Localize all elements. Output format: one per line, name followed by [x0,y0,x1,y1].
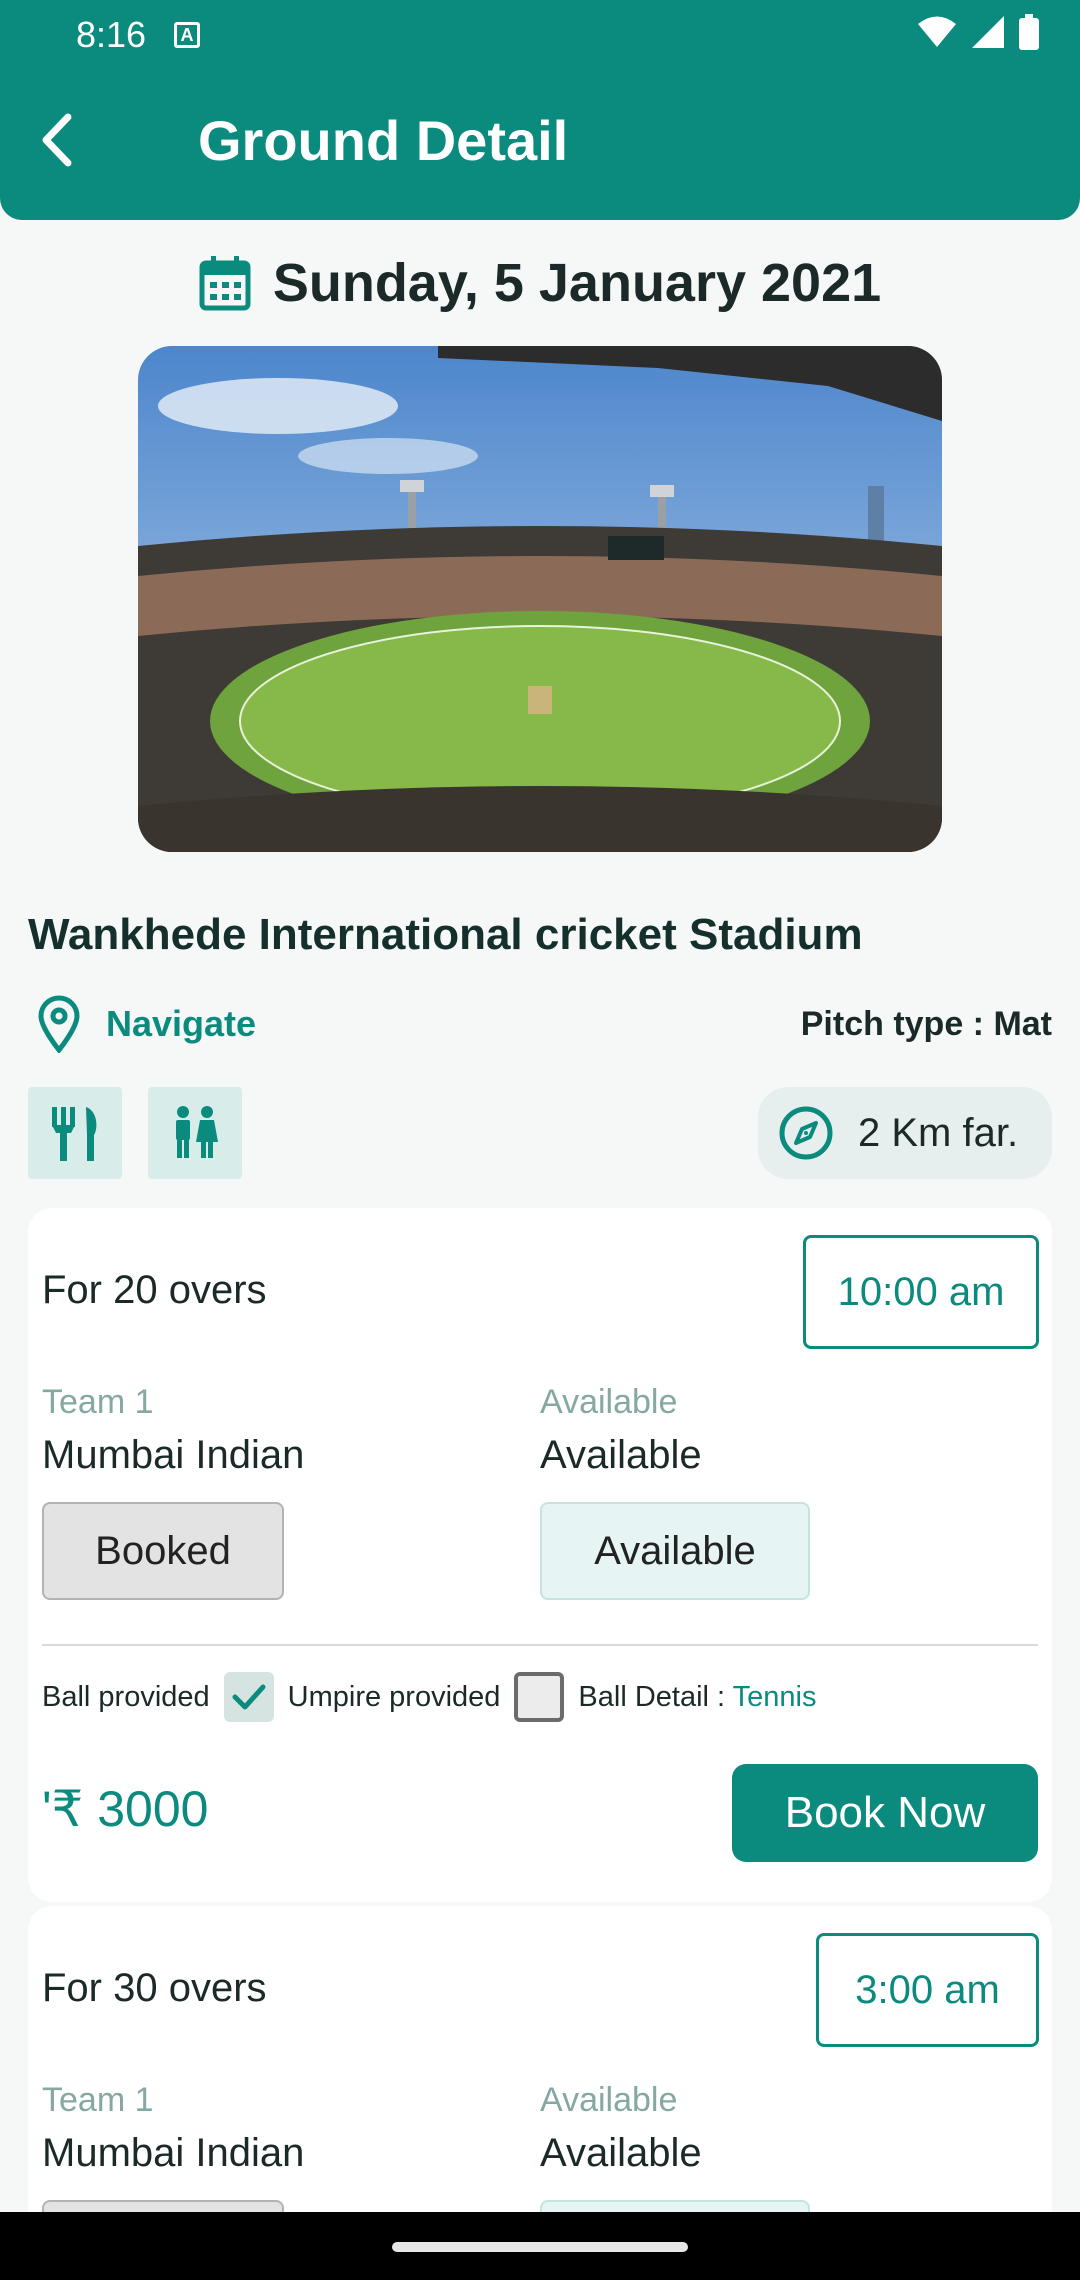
restroom-amenity [148,1087,242,1179]
availability-label: Available [540,2081,678,2119]
slot-card: For 30 overs 3:00 am Team 1 Mumbai India… [28,1906,1052,2280]
availability-value: Available [540,2131,702,2175]
availability-value: Available [540,1433,702,1477]
compass-icon [779,1106,833,1160]
ground-name: Wankhede International cricket Stadium [28,910,863,959]
home-gesture-handle[interactable] [392,2242,688,2252]
book-now-button[interactable]: Book Now [732,1764,1038,1862]
fork-knife-icon [52,1107,97,1161]
ball-detail-label: Ball Detail : [578,1680,733,1713]
availability-label: Available [540,1383,678,1421]
ball-provided-checkbox[interactable] [223,1672,274,1722]
date-row: Sunday, 5 January 2021 [0,248,1080,318]
divider [42,1644,1038,1646]
arrow-left-icon [42,113,72,167]
time-slot-button[interactable]: 3:00 am [816,1933,1039,2047]
booking-date: Sunday, 5 January 2021 [272,253,882,313]
navigate-link[interactable]: Navigate [36,995,256,1053]
umpire-provided-checkbox[interactable] [514,1672,565,1722]
overs-label: For 30 overs [42,1966,267,2010]
restroom-icon [176,1106,218,1158]
system-nav-bar [0,2212,1080,2280]
stadium-image [138,346,942,852]
status-icons [916,14,1040,50]
signal-icon [972,16,1004,48]
price: '₹ 3000 [42,1781,209,1837]
umpire-provided-label: Umpire provided [287,1680,501,1713]
available-button[interactable]: Available [540,1502,810,1600]
navigate-label: Navigate [106,1003,257,1044]
team-value: Mumbai Indian [42,2131,305,2175]
team-label: Team 1 [42,1383,154,1421]
time-slot-button[interactable]: 10:00 am [803,1235,1039,1349]
location-pin-icon [38,995,80,1053]
status-time: 8:16 [76,14,147,55]
distance-text: 2 Km far. [858,1110,1019,1155]
booked-button[interactable]: Booked [42,1502,284,1600]
status-bar: 8:16 A [0,0,1080,70]
restaurant-amenity [28,1087,122,1179]
ball-provided-label: Ball provided [42,1680,210,1713]
pitch-type: Pitch type : Mat [800,1005,1052,1043]
slot-card: For 20 overs 10:00 am Team 1 Mumbai Indi… [28,1208,1052,1902]
team-value: Mumbai Indian [42,1433,305,1477]
battery-icon [1019,14,1039,50]
options-row: Ball provided Umpire provided Ball Detai… [42,1672,816,1722]
ball-detail: Ball Detail : Tennis [578,1681,816,1714]
checkmark-icon [232,1684,266,1710]
overs-label: For 20 overs [42,1268,267,1312]
calendar-icon [199,256,251,311]
page-title: Ground Detail [198,109,569,172]
distance-badge: 2 Km far. [758,1087,1052,1179]
team-label: Team 1 [42,2081,154,2119]
app-bar: 8:16 A Ground Detail [0,0,1080,220]
ball-detail-value: Tennis [732,1680,817,1713]
notification-icon: A [174,22,200,48]
wifi-icon [918,16,956,47]
back-button[interactable] [30,105,90,175]
